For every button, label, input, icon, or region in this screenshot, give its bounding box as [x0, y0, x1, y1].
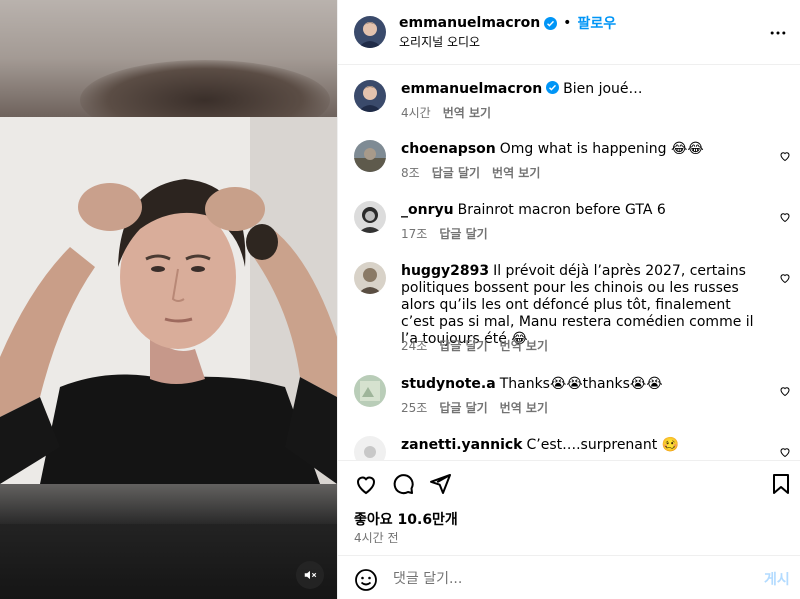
comment-username[interactable]: choenapson: [401, 141, 496, 157]
video-frame-top: [0, 0, 337, 140]
comment-text: Thanks😭😭thanks😭😭: [499, 376, 663, 392]
post-time[interactable]: 4시간 전: [354, 529, 399, 546]
video-frame-main: [0, 117, 337, 484]
reply-link[interactable]: 답글 달기: [439, 225, 487, 242]
comment-time[interactable]: 25조: [401, 399, 427, 416]
caption-avatar[interactable]: [354, 80, 386, 112]
more-icon[interactable]: [768, 23, 788, 43]
comment-username[interactable]: _onryu: [401, 202, 454, 218]
caption-text-row: emmanuelmacron Bien joué…: [401, 81, 761, 98]
caption-text: Bien joué…: [563, 81, 643, 97]
comment-meta: 25조 답글 달기 번역 보기: [401, 399, 560, 416]
video-still: [0, 117, 337, 484]
audio-link[interactable]: 오리지널 오디오: [399, 33, 480, 50]
translate-link[interactable]: 번역 보기: [443, 104, 491, 121]
comments-list[interactable]: emmanuelmacron Bien joué… 4시간 번역 보기 choen…: [338, 65, 800, 460]
likes-count[interactable]: 좋아요 10.6만개: [354, 509, 458, 529]
commenter-avatar[interactable]: [354, 436, 386, 460]
muted-speaker-icon: [304, 570, 317, 580]
comment-meta: 17조 답글 달기: [401, 225, 500, 242]
author-avatar[interactable]: [354, 16, 386, 48]
post-author-row: emmanuelmacron • 팔로우: [399, 13, 616, 33]
reply-link[interactable]: 답글 달기: [439, 337, 487, 354]
comment-username[interactable]: zanetti.yannick: [401, 437, 522, 453]
comment-icon[interactable]: [391, 472, 415, 496]
author-username[interactable]: emmanuelmacron: [399, 15, 540, 31]
comment-username[interactable]: studynote.a: [401, 376, 496, 392]
separator-dot: •: [563, 15, 572, 31]
heart-icon[interactable]: [354, 472, 378, 496]
video-frame-bottom: [0, 484, 337, 599]
commenter-avatar[interactable]: [354, 375, 386, 407]
commenter-avatar[interactable]: [354, 201, 386, 233]
comment-time[interactable]: 17조: [401, 225, 427, 242]
caption-time[interactable]: 4시간: [401, 104, 431, 121]
heart-icon[interactable]: [779, 446, 791, 458]
comment-username[interactable]: huggy2893: [401, 263, 489, 279]
comment-text-row: choenapson Omg what is happening 😂😂: [401, 141, 761, 158]
caption: emmanuelmacron Bien joué… 4시간 번역 보기: [338, 80, 800, 130]
comment-text-row: zanetti.yannick C’est….surprenant 🥴: [401, 437, 761, 454]
translate-link[interactable]: 번역 보기: [492, 164, 540, 181]
verified-badge-icon: [546, 81, 560, 94]
reply-link[interactable]: 답글 달기: [439, 399, 487, 416]
comment-meta: 8조 답글 달기 번역 보기: [401, 164, 552, 181]
mute-button[interactable]: [296, 561, 324, 589]
translate-link[interactable]: 번역 보기: [500, 399, 548, 416]
post-header: emmanuelmacron • 팔로우 오리지널 오디오: [338, 0, 800, 65]
comment-text-row: _onryu Brainrot macron before GTA 6: [401, 202, 761, 219]
post-panel: emmanuelmacron • 팔로우 오리지널 오디오 emmanuelma…: [337, 0, 800, 599]
share-icon[interactable]: [428, 472, 452, 496]
verified-badge-icon: [544, 16, 558, 30]
comment-text-row: huggy2893 Il prévoit déjà l’après 2027, c…: [401, 263, 761, 348]
heart-icon[interactable]: [779, 272, 791, 284]
commenter-avatar[interactable]: [354, 140, 386, 172]
translate-link[interactable]: 번역 보기: [500, 337, 548, 354]
comment-text: C’est….surprenant 🥴: [526, 437, 680, 453]
post-actions: 좋아요 10.6만개 4시간 전: [338, 460, 800, 556]
emoji-icon[interactable]: [354, 568, 378, 592]
comment-text-row: studynote.a Thanks😭😭thanks😭😭: [401, 376, 761, 393]
follow-button[interactable]: 팔로우: [577, 13, 616, 33]
caption-meta: 4시간 번역 보기: [401, 104, 503, 121]
comment-input[interactable]: [393, 568, 743, 590]
post-comment-button[interactable]: 게시: [764, 569, 790, 589]
reply-link[interactable]: 답글 달기: [432, 164, 480, 181]
commenter-avatar[interactable]: [354, 262, 386, 294]
heart-icon[interactable]: [779, 150, 791, 162]
bookmark-icon[interactable]: [769, 472, 793, 496]
comment-text: Brainrot macron before GTA 6: [457, 202, 666, 218]
heart-icon[interactable]: [779, 385, 791, 397]
heart-icon[interactable]: [779, 211, 791, 223]
comment-text: Omg what is happening 😂😂: [499, 141, 704, 157]
comment-time[interactable]: 8조: [401, 164, 420, 181]
post-video[interactable]: [0, 0, 337, 599]
caption-username[interactable]: emmanuelmacron: [401, 81, 542, 97]
comment-time[interactable]: 24조: [401, 337, 427, 354]
comment-composer: 게시: [338, 555, 800, 599]
comment-meta: 24조 답글 달기 번역 보기: [401, 337, 560, 354]
